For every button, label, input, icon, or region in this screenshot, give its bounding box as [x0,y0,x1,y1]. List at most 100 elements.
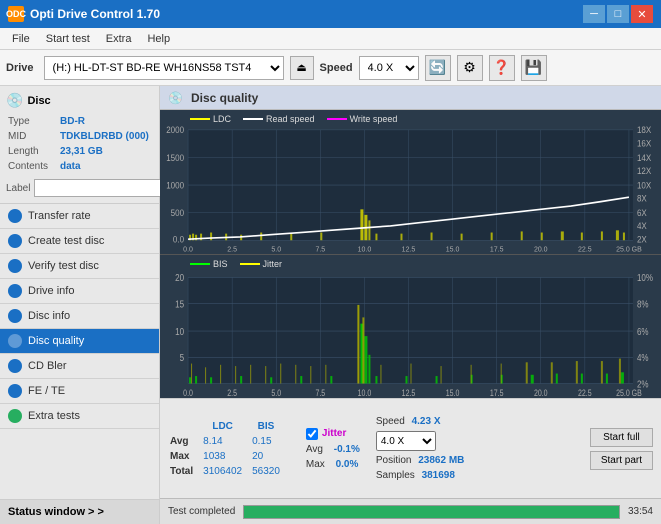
jitter-label: Jitter [322,428,346,439]
nav-icon-disc-quality [8,334,22,348]
sidebar-item-drive-info[interactable]: Drive info [0,279,159,304]
start-full-button[interactable]: Start full [590,428,653,447]
disc-label-input[interactable] [34,179,172,197]
svg-text:12X: 12X [637,166,652,176]
bottom-chart-svg: 20 15 10 5 10% 8% 6% 4% 2% 0.0 2.5 [160,255,661,399]
refresh-button[interactable]: 🔄 [425,55,451,81]
legend-jitter: Jitter [240,259,283,269]
menu-file[interactable]: File [4,31,38,47]
menu-extra[interactable]: Extra [98,31,140,47]
settings-button[interactable]: ⚙ [457,55,483,81]
svg-text:22.5: 22.5 [578,388,592,398]
app-title: Opti Drive Control 1.70 [30,7,160,21]
legend-write-speed-label: Write speed [350,114,398,124]
disc-mid-label: MID [8,130,58,143]
legend-ldc: LDC [190,114,231,124]
jitter-max-value: 0.0% [336,459,359,470]
sidebar-item-disc-info[interactable]: Disc info [0,304,159,329]
jitter-max-label: Max [306,459,325,470]
close-button[interactable]: ✕ [631,5,653,23]
nav-icon-transfer-rate [8,209,22,223]
sidebar-item-create-test-disc[interactable]: Create test disc [0,229,159,254]
speed-select[interactable]: 4.0 X [359,56,419,80]
menu-start-test[interactable]: Start test [38,31,98,47]
status-window-button[interactable]: Status window > > [0,499,159,524]
svg-text:6X: 6X [637,208,647,218]
svg-text:2000: 2000 [166,125,184,135]
disc-contents-label: Contents [8,160,58,173]
start-part-button[interactable]: Start part [590,451,653,470]
total-ldc-value: 3106402 [203,465,250,478]
speed-text-label: Speed [376,416,405,427]
disc-mid-value: TDKBLDRBD (000) [60,130,151,143]
nav-icon-fe-te [8,384,22,398]
nav-icon-extra-tests [8,409,22,423]
nav-label-create-test-disc: Create test disc [28,235,104,247]
help-icon-button[interactable]: ❓ [489,55,515,81]
sidebar-item-transfer-rate[interactable]: Transfer rate [0,204,159,229]
avg-label: Avg [170,435,201,448]
svg-text:10%: 10% [637,272,653,283]
sidebar-item-disc-quality[interactable]: Disc quality [0,329,159,354]
disc-quality-icon: 💿 [168,91,183,105]
nav-label-cd-bler: CD Bler [28,360,67,372]
svg-text:1000: 1000 [166,180,184,190]
disc-icon: 💿 [6,92,23,109]
speed-result-select[interactable]: 4.0 X [376,431,436,451]
legend-bis-color [190,263,210,265]
jitter-checkbox[interactable] [306,428,318,440]
speed-label: Speed [320,62,353,74]
svg-text:5.0: 5.0 [271,244,281,253]
svg-text:12.5: 12.5 [402,388,416,398]
top-chart-svg: 2000 1500 1000 500 0.0 18X 16X 14X 12X 1… [160,110,661,254]
svg-text:15.0: 15.0 [446,388,460,398]
position-label: Position [376,455,412,466]
minimize-button[interactable]: ─ [583,5,605,23]
content-area: 💿 Disc quality LDC Read speed [160,86,661,524]
svg-text:20.0: 20.0 [534,244,548,253]
max-label: Max [170,450,201,463]
svg-text:10.0: 10.0 [358,388,372,398]
maximize-button[interactable]: □ [607,5,629,23]
svg-text:7.5: 7.5 [315,244,325,253]
svg-text:12.5: 12.5 [402,244,416,253]
nav-label-fe-te: FE / TE [28,385,65,397]
svg-text:4%: 4% [637,352,649,363]
save-button[interactable]: 💾 [521,55,547,81]
nav-items: Transfer rate Create test disc Verify te… [0,204,159,499]
status-bar: Test completed 33:54 [160,498,661,524]
legend-read-speed-label: Read speed [266,114,315,124]
svg-text:8X: 8X [637,193,647,203]
drive-select[interactable]: (H:) HL-DT-ST BD-RE WH16NS58 TST4 [44,56,284,80]
jitter-avg-label: Avg [306,444,323,455]
position-row: Position 23862 MB [376,455,465,466]
disc-mid-row: MID TDKBLDRBD (000) [8,130,151,143]
nav-label-transfer-rate: Transfer rate [28,210,91,222]
disc-type-value: BD-R [60,115,151,128]
svg-text:14X: 14X [637,152,652,162]
main-layout: 💿 Disc Type BD-R MID TDKBLDRBD (000) Len… [0,86,661,524]
svg-text:10: 10 [175,326,184,337]
stats-ldc-header: LDC [203,420,250,433]
disc-type-label: Type [8,115,58,128]
svg-text:17.5: 17.5 [490,388,504,398]
samples-label: Samples [376,470,415,481]
eject-button[interactable]: ⏏ [290,56,314,80]
legend-jitter-label: Jitter [263,259,283,269]
disc-info-panel: 💿 Disc Type BD-R MID TDKBLDRBD (000) Len… [0,86,159,204]
sidebar-item-verify-test-disc[interactable]: Verify test disc [0,254,159,279]
legend-write-speed-color [327,118,347,120]
sidebar-item-extra-tests[interactable]: Extra tests [0,404,159,429]
sidebar-item-cd-bler[interactable]: CD Bler [0,354,159,379]
avg-ldc-value: 8.14 [203,435,250,448]
disc-length-row: Length 23,31 GB [8,145,151,158]
menu-bar: File Start test Extra Help [0,28,661,50]
action-buttons: Start full Start part [590,428,653,470]
menu-help[interactable]: Help [139,31,178,47]
top-chart: LDC Read speed Write speed [160,110,661,255]
legend-read-speed: Read speed [243,114,315,124]
svg-text:25.0 GB: 25.0 GB [616,388,642,398]
nav-label-disc-info: Disc info [28,310,70,322]
jitter-avg-row: Avg -0.1% [306,444,360,455]
sidebar-item-fe-te[interactable]: FE / TE [0,379,159,404]
